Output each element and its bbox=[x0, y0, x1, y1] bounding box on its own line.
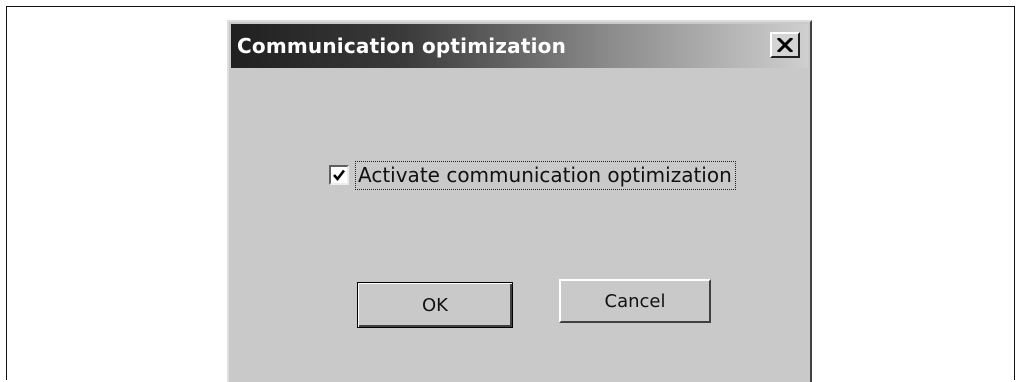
dialog-title: Communication optimization bbox=[237, 34, 567, 58]
checkmark-icon bbox=[333, 169, 346, 182]
activate-optimization-checkbox[interactable] bbox=[329, 165, 349, 185]
activate-optimization-label[interactable]: Activate communication optimization bbox=[355, 160, 736, 190]
ok-button[interactable]: OK bbox=[357, 282, 513, 328]
dialog-titlebar[interactable]: Communication optimization bbox=[231, 24, 808, 68]
close-x-icon bbox=[777, 38, 793, 52]
close-button[interactable] bbox=[770, 32, 800, 58]
dialog-window: Communication optimization Activate comm… bbox=[227, 20, 812, 382]
cancel-button[interactable]: Cancel bbox=[559, 279, 711, 323]
activate-optimization-option[interactable]: Activate communication optimization bbox=[329, 160, 736, 190]
